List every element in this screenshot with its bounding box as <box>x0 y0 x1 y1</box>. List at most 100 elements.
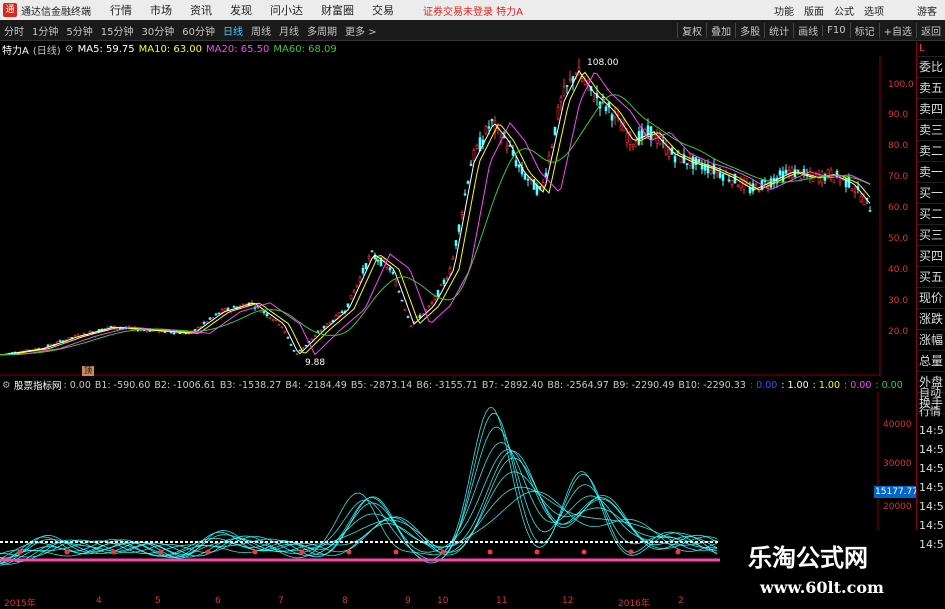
high-price-label: 108.00 <box>587 58 619 68</box>
menu-formula[interactable]: 公式 <box>829 3 859 18</box>
xtick: 2 <box>678 596 684 606</box>
gear-icon[interactable]: ⚙ <box>65 44 74 55</box>
candle <box>442 278 446 287</box>
tick-item[interactable]: 自动 <box>917 383 945 402</box>
period-5min[interactable]: 5分钟 <box>62 23 96 38</box>
tool-draw[interactable]: 画线 <box>793 22 822 38</box>
candle <box>295 353 299 355</box>
candle <box>232 305 236 308</box>
candle <box>610 112 614 128</box>
candle <box>664 139 668 156</box>
user-label[interactable]: 游客 <box>917 3 937 18</box>
menu-trade[interactable]: 交易 <box>363 2 403 18</box>
candle <box>445 275 449 280</box>
candle <box>421 312 425 315</box>
menu-options[interactable]: 选项 <box>859 3 889 18</box>
tool-mark[interactable]: 标记 <box>849 22 879 38</box>
sidebar-item: 卖四 <box>917 99 945 120</box>
ma-line <box>0 71 871 356</box>
indicator-name[interactable]: 股票指标网 <box>14 378 62 392</box>
ma60-label: MA60: 68.09 <box>273 43 337 55</box>
watermark: 乐淘公式网 www.60lt.com <box>720 530 920 609</box>
indicator-val: B1: -590.60 <box>94 379 151 391</box>
menu-news[interactable]: 资讯 <box>181 2 221 18</box>
period-monthly[interactable]: 月线 <box>275 23 303 38</box>
period-15min[interactable]: 15分钟 <box>97 23 138 38</box>
chart-period: (日线) <box>32 45 61 57</box>
indicator-val: B10: -2290.33 <box>678 379 746 391</box>
tick-item: 行情 <box>919 405 941 418</box>
candle <box>838 177 842 187</box>
candle <box>694 157 698 171</box>
candle <box>316 329 320 333</box>
candle <box>604 104 608 115</box>
period-daily[interactable]: 日线 <box>219 23 247 38</box>
xtick: 10 <box>437 596 449 606</box>
tool-f10[interactable]: F10 <box>822 24 849 36</box>
candle <box>277 323 281 326</box>
tick-sidebar: 自动 行情 14:5 14:5 14:5 14:5 14:5 14:5 14:5 <box>917 383 945 554</box>
period-intraday[interactable]: 分时 <box>0 23 28 38</box>
period-30min[interactable]: 30分钟 <box>137 23 178 38</box>
sidebar-item: 买三 <box>917 225 945 246</box>
period-multi[interactable]: 多周期 <box>303 23 341 38</box>
candle <box>208 317 212 321</box>
candle <box>115 328 119 330</box>
menu-functions[interactable]: 功能 <box>769 3 799 18</box>
menu-wealth[interactable]: 财富圈 <box>312 2 363 18</box>
sidebar-item: 卖一 <box>917 162 945 183</box>
tool-overlay[interactable]: 叠加 <box>706 22 735 38</box>
candle <box>820 169 824 188</box>
tool-adjust[interactable]: 复权 <box>677 22 706 38</box>
signal-dot <box>534 549 540 555</box>
period-1min[interactable]: 1分钟 <box>28 23 62 38</box>
tool-multistock[interactable]: 多股 <box>735 22 764 38</box>
candle <box>340 309 344 314</box>
signal-dot <box>487 549 493 555</box>
period-more[interactable]: 更多 > <box>341 23 381 38</box>
ma10-label: MA10: 63.00 <box>138 43 203 55</box>
xtick: 5 <box>155 596 161 606</box>
candle <box>304 344 308 347</box>
indicator-gear-icon[interactable]: ⚙ <box>2 380 11 391</box>
period-60min[interactable]: 60分钟 <box>178 23 219 38</box>
x-axis: 2015年 4 5 6 7 8 9 10 11 12 2016年 2 <box>0 596 720 609</box>
signal-dot <box>346 549 352 555</box>
sidebar-item: 卖五 <box>917 78 945 99</box>
candle <box>685 163 689 170</box>
sidebar-item: 总量 <box>917 351 945 372</box>
signal-dot <box>158 549 164 555</box>
login-status[interactable]: 证券交易未登录 特力A <box>423 3 523 18</box>
tool-back[interactable]: 返回 <box>916 22 945 38</box>
indicator-val: B5: -2873.14 <box>350 379 413 391</box>
tick-item: 14:5 <box>919 424 944 437</box>
xtick: 4 <box>96 596 102 606</box>
candle <box>700 159 704 174</box>
candle <box>367 254 371 262</box>
candle <box>517 164 521 173</box>
menu-markets[interactable]: 市场 <box>141 2 181 18</box>
candle <box>361 265 365 276</box>
menu-bar: 通 通达信金融终端 行情 市场 资讯 发现 问小达 财富圈 交易 证券交易未登录… <box>0 0 945 20</box>
candle <box>328 321 332 325</box>
signal-dot <box>675 549 681 555</box>
kline-chart[interactable] <box>0 56 890 376</box>
ytick: 70.0 <box>888 172 909 182</box>
indicator-tail: : 1.00 <box>812 379 841 391</box>
indicator-tail: : 0.00 <box>875 379 903 391</box>
menu-market[interactable]: 行情 <box>101 2 141 18</box>
signal-dot <box>299 549 305 555</box>
sidebar-item: 买一 <box>917 183 945 204</box>
indicator-val: B8: -2564.97 <box>547 379 609 391</box>
sidebar-top[interactable]: L <box>917 42 945 57</box>
xtick: 6 <box>215 596 221 606</box>
xtick: 11 <box>496 596 508 606</box>
menu-ask[interactable]: 问小达 <box>261 2 312 18</box>
menu-layout[interactable]: 版面 <box>799 3 829 18</box>
tool-add-watch[interactable]: +自选 <box>878 22 916 38</box>
tool-stats[interactable]: 统计 <box>764 22 793 38</box>
period-weekly[interactable]: 周线 <box>247 23 275 38</box>
menu-discover[interactable]: 发现 <box>221 2 261 18</box>
tick-item: 14:5 <box>919 481 944 494</box>
tick-item: 14:5 <box>919 519 944 532</box>
